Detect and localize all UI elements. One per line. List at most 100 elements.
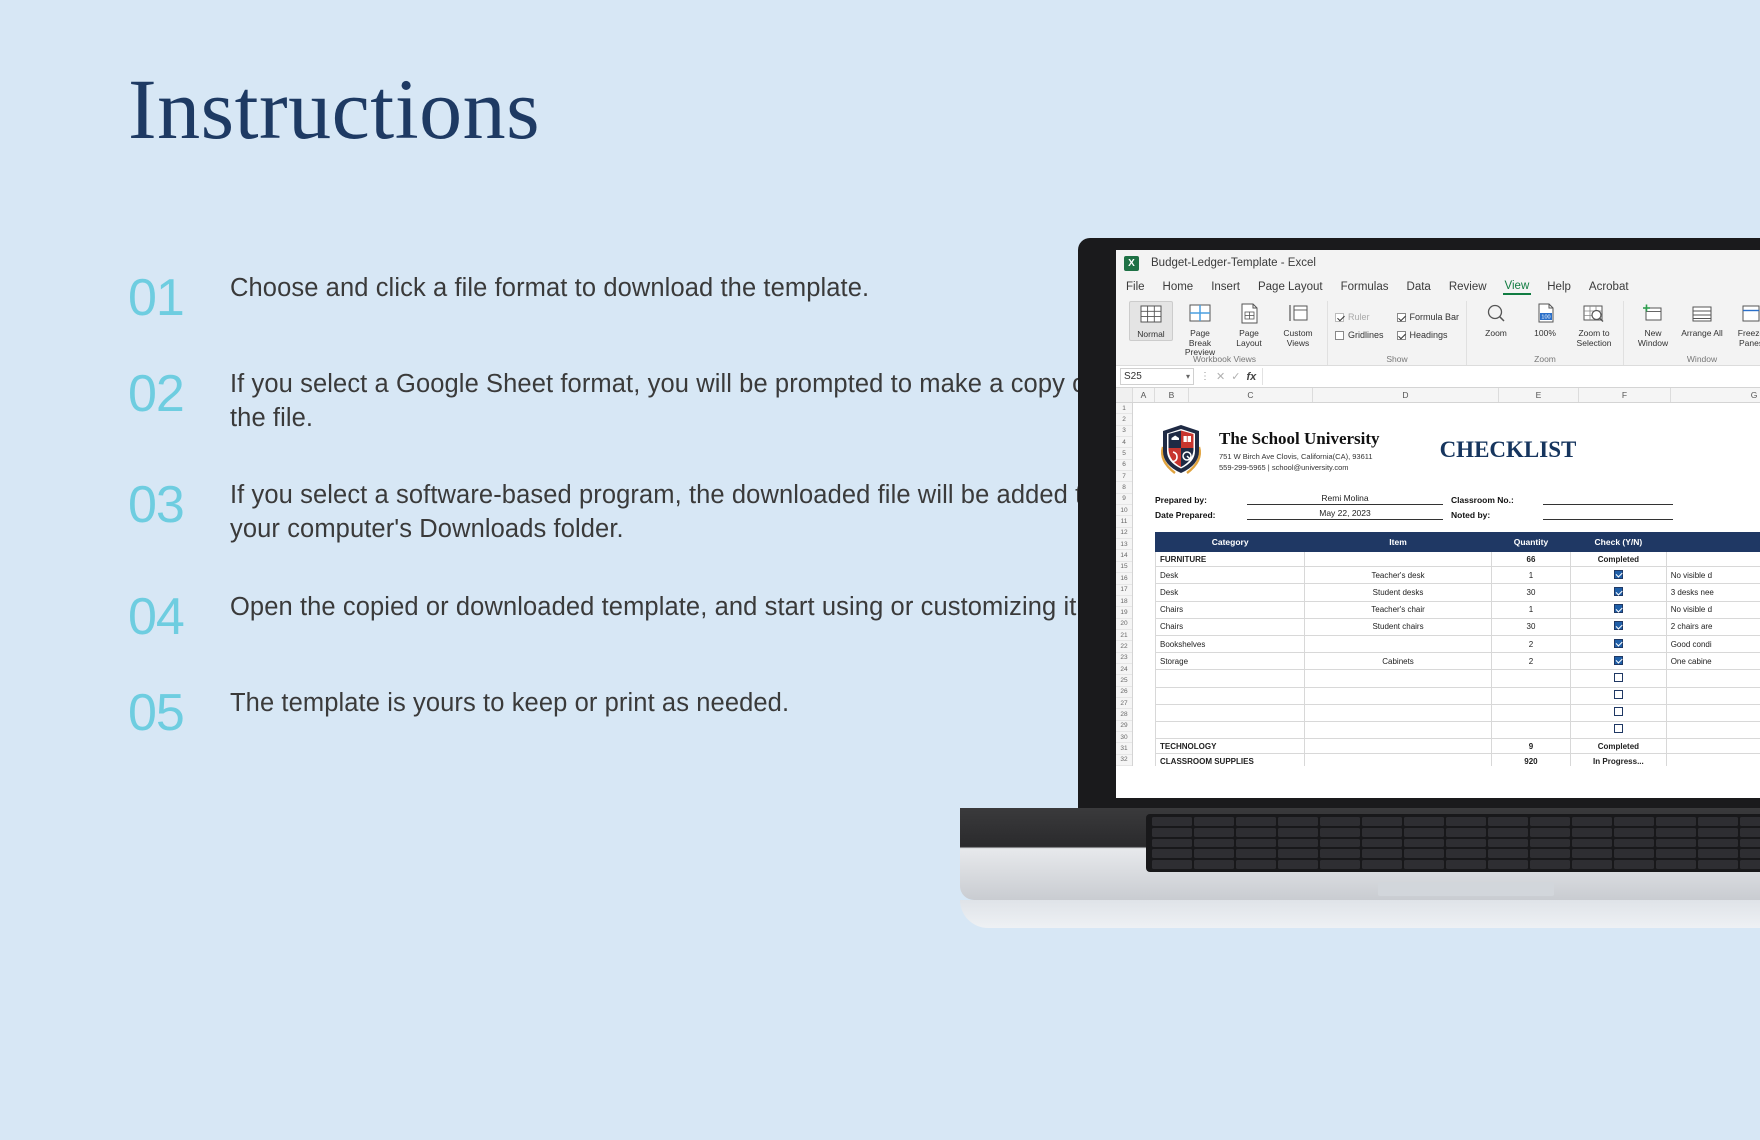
cell-quantity[interactable]: 66 bbox=[1490, 550, 1572, 568]
row-header[interactable]: 31 bbox=[1116, 743, 1132, 755]
tab-acrobat[interactable]: Acrobat bbox=[1587, 280, 1631, 294]
meta-value[interactable]: May 22, 2023 bbox=[1247, 508, 1443, 520]
cell-item[interactable] bbox=[1304, 703, 1492, 722]
row-header[interactable]: 5 bbox=[1116, 448, 1132, 460]
tab-formulas[interactable]: Formulas bbox=[1339, 280, 1391, 294]
cell-category[interactable]: Storage bbox=[1154, 652, 1306, 671]
row-header[interactable]: 13 bbox=[1116, 539, 1132, 551]
cell-notes[interactable]: One cabine bbox=[1665, 652, 1760, 671]
cell-notes[interactable] bbox=[1665, 703, 1760, 722]
cell-item[interactable] bbox=[1304, 550, 1492, 568]
cell-category[interactable] bbox=[1154, 703, 1306, 722]
more-options-icon[interactable]: ⋮ bbox=[1200, 371, 1210, 382]
new-window-button[interactable]: New Window bbox=[1631, 301, 1675, 348]
cell-quantity[interactable] bbox=[1490, 669, 1572, 688]
checked-checkbox-icon[interactable] bbox=[1613, 621, 1623, 631]
row-header[interactable]: 7 bbox=[1116, 471, 1132, 483]
cell-quantity[interactable]: 30 bbox=[1490, 617, 1572, 636]
unchecked-checkbox-icon[interactable] bbox=[1613, 672, 1623, 682]
cell-notes[interactable]: No visible d bbox=[1665, 566, 1760, 585]
row-header[interactable]: 14 bbox=[1116, 550, 1132, 562]
row-header[interactable]: 21 bbox=[1116, 630, 1132, 642]
custom-views-button[interactable]: Custom Views bbox=[1276, 301, 1320, 348]
cell-check[interactable] bbox=[1570, 583, 1667, 602]
checked-checkbox-icon[interactable] bbox=[1613, 569, 1623, 579]
cell-item[interactable]: Teacher's desk bbox=[1304, 566, 1492, 585]
close-icon[interactable]: ✕ bbox=[1216, 370, 1225, 383]
cell-category[interactable]: Chairs bbox=[1154, 600, 1306, 619]
row-header[interactable]: 10 bbox=[1116, 505, 1132, 517]
row-header[interactable]: 22 bbox=[1116, 641, 1132, 653]
headings-checkbox[interactable]: Headings bbox=[1396, 330, 1460, 340]
cell-category[interactable]: CLASSROOM SUPPLIES bbox=[1154, 753, 1306, 766]
cell-check[interactable]: Completed bbox=[1570, 550, 1667, 568]
tab-home[interactable]: Home bbox=[1161, 280, 1196, 294]
cell-check[interactable] bbox=[1570, 600, 1667, 619]
cell-category[interactable] bbox=[1154, 720, 1306, 740]
arrange-all-button[interactable]: Arrange All bbox=[1680, 301, 1724, 339]
cell-check[interactable] bbox=[1570, 686, 1667, 705]
name-box[interactable]: S25 ▾ bbox=[1120, 368, 1194, 385]
cell-check[interactable]: Completed bbox=[1570, 738, 1667, 755]
cell-quantity[interactable]: 2 bbox=[1490, 652, 1572, 671]
cell-item[interactable] bbox=[1304, 686, 1492, 705]
cell-check[interactable]: In Progress... bbox=[1570, 753, 1667, 766]
freeze-panes-button[interactable]: Freeze Panes bbox=[1729, 301, 1760, 348]
cell-item[interactable] bbox=[1304, 720, 1492, 740]
row-header[interactable]: 9 bbox=[1116, 494, 1132, 506]
cell-quantity[interactable]: 1 bbox=[1490, 600, 1572, 619]
unchecked-checkbox-icon[interactable] bbox=[1613, 724, 1623, 734]
cell-item[interactable]: Student desks bbox=[1304, 583, 1492, 602]
row-header[interactable]: 19 bbox=[1116, 607, 1132, 619]
cell-check[interactable] bbox=[1570, 566, 1667, 585]
select-all-corner[interactable] bbox=[1116, 388, 1133, 402]
cell-category[interactable]: TECHNOLOGY bbox=[1154, 738, 1306, 755]
cell-notes[interactable] bbox=[1665, 753, 1760, 766]
row-header[interactable]: 28 bbox=[1116, 709, 1132, 721]
tab-view[interactable]: View bbox=[1502, 279, 1532, 295]
row-header[interactable]: 3 bbox=[1116, 426, 1132, 438]
row-header[interactable]: 32 bbox=[1116, 755, 1132, 766]
tab-review[interactable]: Review bbox=[1447, 280, 1489, 294]
formula-input[interactable] bbox=[1262, 368, 1760, 385]
cell-quantity[interactable] bbox=[1490, 703, 1572, 722]
row-header[interactable]: 15 bbox=[1116, 562, 1132, 574]
cell-category[interactable]: Chairs bbox=[1154, 617, 1306, 636]
cell-check[interactable] bbox=[1570, 652, 1667, 671]
cell-quantity[interactable] bbox=[1490, 720, 1572, 740]
meta-value[interactable]: Remi Molina bbox=[1247, 493, 1443, 505]
zoom-100-button[interactable]: 100 100% bbox=[1523, 301, 1567, 339]
row-header[interactable]: 2 bbox=[1116, 414, 1132, 426]
unchecked-checkbox-icon[interactable] bbox=[1613, 690, 1623, 700]
column-header-d[interactable]: D bbox=[1313, 388, 1499, 402]
ruler-checkbox[interactable]: Ruler bbox=[1335, 312, 1384, 322]
row-header[interactable]: 4 bbox=[1116, 437, 1132, 449]
row-header[interactable]: 24 bbox=[1116, 664, 1132, 676]
page-break-preview-button[interactable]: Page Break Preview bbox=[1178, 301, 1222, 358]
tab-insert[interactable]: Insert bbox=[1209, 280, 1242, 294]
checked-checkbox-icon[interactable] bbox=[1613, 638, 1623, 648]
cell-quantity[interactable]: 920 bbox=[1490, 753, 1572, 766]
cell-category[interactable]: Desk bbox=[1154, 566, 1306, 585]
cell-notes[interactable]: No visible d bbox=[1665, 600, 1760, 619]
tab-help[interactable]: Help bbox=[1545, 280, 1573, 294]
cell-category[interactable]: Desk bbox=[1154, 583, 1306, 602]
cell-category[interactable] bbox=[1154, 669, 1306, 688]
cell-check[interactable] bbox=[1570, 669, 1667, 688]
cell-category[interactable] bbox=[1154, 686, 1306, 705]
row-header[interactable]: 12 bbox=[1116, 528, 1132, 540]
meta-value[interactable] bbox=[1543, 519, 1673, 520]
row-header[interactable]: 8 bbox=[1116, 482, 1132, 494]
cell-notes[interactable]: Good condi bbox=[1665, 634, 1760, 654]
cell-notes[interactable] bbox=[1665, 686, 1760, 705]
cell-item[interactable] bbox=[1304, 738, 1492, 755]
row-header[interactable]: 6 bbox=[1116, 460, 1132, 472]
cell-notes[interactable]: 3 desks nee bbox=[1665, 583, 1760, 602]
column-header-f[interactable]: F bbox=[1579, 388, 1671, 402]
meta-value[interactable] bbox=[1543, 504, 1673, 505]
formula-bar-checkbox[interactable]: Formula Bar bbox=[1396, 312, 1459, 322]
row-header[interactable]: 27 bbox=[1116, 698, 1132, 710]
cell-notes[interactable]: 2 chairs are bbox=[1665, 617, 1760, 636]
cell-item[interactable] bbox=[1304, 669, 1492, 688]
cell-item[interactable]: Teacher's chair bbox=[1304, 600, 1492, 619]
